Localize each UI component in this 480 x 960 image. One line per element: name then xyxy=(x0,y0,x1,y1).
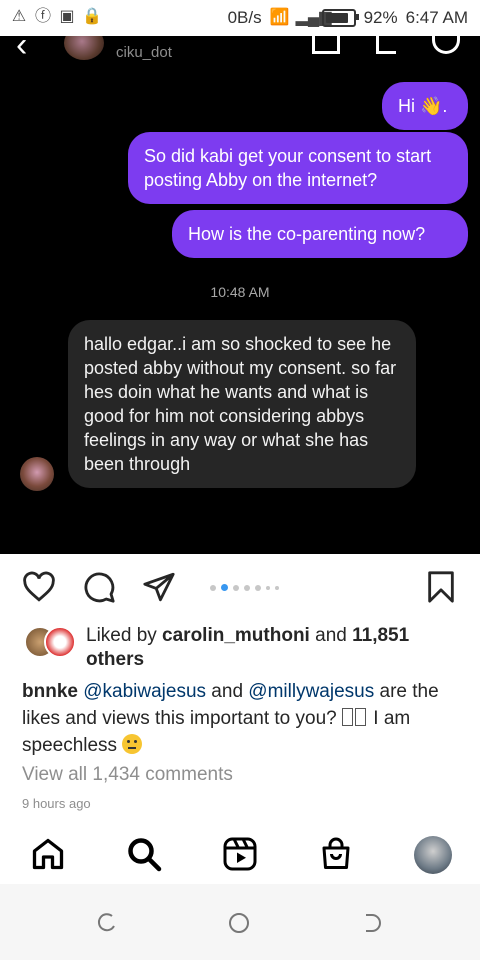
missing-glyph-icon xyxy=(355,708,366,726)
post-actions xyxy=(0,570,480,606)
facebook-icon: ⓕ xyxy=(34,8,51,25)
mention-link[interactable]: @kabiwajesus xyxy=(83,681,206,702)
network-speed: 0B/s xyxy=(227,8,262,27)
sent-message: So did kabi get your consent to start po… xyxy=(128,132,468,204)
lock-icon: 🔒 xyxy=(82,8,102,25)
search-icon[interactable] xyxy=(126,836,162,872)
carousel-dot xyxy=(233,584,239,591)
sent-message: Hi 👋. xyxy=(382,82,468,130)
dm-username: ciku_dot xyxy=(116,44,172,61)
reels-icon[interactable] xyxy=(222,836,258,872)
share-icon[interactable] xyxy=(142,570,176,604)
dm-screenshot: ‹ ciku_dot Hi 👋. So did kabi get your co… xyxy=(0,36,480,554)
view-comments-link[interactable]: View all 1,434 comments xyxy=(22,764,233,786)
battery-icon xyxy=(321,9,359,27)
video-call-icon xyxy=(312,36,340,54)
clock: 6:47 AM xyxy=(405,8,468,27)
home-icon[interactable] xyxy=(30,836,66,872)
liked-by-user[interactable]: carolin_muthoni xyxy=(162,625,310,646)
carousel-dot xyxy=(275,585,279,590)
carousel-dot xyxy=(266,585,270,590)
recent-apps-icon[interactable] xyxy=(96,912,118,934)
heart-icon[interactable] xyxy=(22,570,56,604)
carousel-dot xyxy=(255,584,261,591)
carousel-dot xyxy=(244,584,250,591)
carousel-dot-active xyxy=(221,584,228,591)
received-message: hallo edgar..i am so shocked to see he p… xyxy=(68,320,416,488)
likes-text: Liked by carolin_muthoni and 11,851 other… xyxy=(86,625,410,670)
post-time: 9 hours ago xyxy=(22,796,91,811)
home-button-icon[interactable] xyxy=(228,912,250,934)
liker-avatars xyxy=(24,626,80,658)
shop-icon[interactable] xyxy=(318,836,354,872)
speechless-face-icon xyxy=(122,734,143,754)
avatar xyxy=(44,626,76,658)
battery-percent: 92% xyxy=(363,8,398,27)
info-icon xyxy=(432,36,460,54)
bottom-nav xyxy=(0,830,480,882)
comment-icon[interactable] xyxy=(82,570,116,604)
profile-avatar[interactable] xyxy=(414,836,452,874)
carousel-dot xyxy=(210,584,216,591)
image-icon: ▣ xyxy=(59,8,75,25)
sent-message: How is the co-parenting now? xyxy=(172,210,468,258)
dm-header: ‹ ciku_dot xyxy=(0,36,480,72)
carousel-indicator xyxy=(210,584,279,591)
status-bar: ⚠ ⓕ ▣ 🔒 0B/s 📶 ▂▄▆ 92% 6:47 AM xyxy=(0,0,480,36)
missing-glyph-icon xyxy=(342,708,353,726)
bookmark-icon[interactable] xyxy=(426,570,456,604)
avatar xyxy=(20,457,54,491)
back-button-icon[interactable] xyxy=(362,912,384,934)
avatar xyxy=(64,36,104,60)
message-timestamp: 10:48 AM xyxy=(210,284,270,300)
flag-icon xyxy=(376,36,396,54)
mention-link[interactable]: @millywajesus xyxy=(248,681,374,702)
system-nav-bar xyxy=(0,884,480,960)
back-arrow-icon: ‹ xyxy=(16,36,28,64)
caption-username[interactable]: bnnke xyxy=(22,681,78,702)
cell-signal-icon: ▂▄▆ xyxy=(295,9,332,26)
alert-icon: ⚠ xyxy=(11,8,27,25)
wifi-signal-icon: 📶 xyxy=(269,9,290,26)
post-caption: bnnke @kabiwajesus and @millywajesus are… xyxy=(22,681,439,756)
